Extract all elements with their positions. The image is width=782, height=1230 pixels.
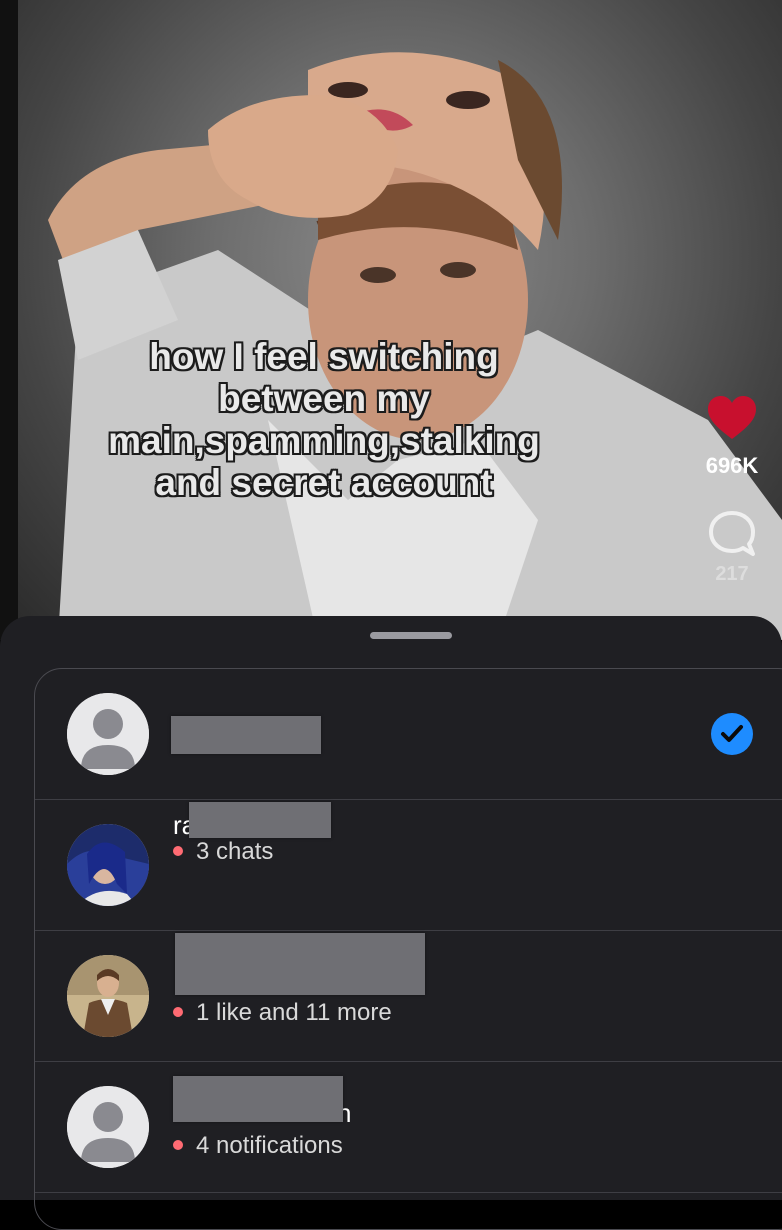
account-status: 4 notifications [173, 1132, 343, 1160]
default-avatar-icon [67, 1086, 149, 1168]
account-list: ra 3 chats 1 like and 11 more n 4 notifi… [34, 668, 782, 1230]
account-switcher-sheet: ra 3 chats 1 like and 11 more n 4 notifi… [0, 616, 782, 1230]
profile-photo-avatar [67, 824, 149, 906]
account-status: 3 chats [173, 838, 273, 866]
account-row[interactable]: n 4 notifications [35, 1062, 782, 1193]
account-status: 1 like and 11 more [173, 999, 392, 1027]
redacted-name [171, 716, 321, 754]
default-avatar-icon [67, 693, 149, 775]
video-player[interactable]: how I feel switching between my main,spa… [0, 0, 782, 640]
notification-dot [173, 1006, 183, 1017]
profile-photo-avatar [67, 955, 149, 1037]
comment-button[interactable]: 217 [682, 509, 782, 586]
drag-handle[interactable] [370, 632, 452, 639]
video-frame [18, 0, 782, 640]
heart-icon [708, 396, 756, 439]
account-row[interactable]: 1 like and 11 more [35, 931, 782, 1062]
account-row-current[interactable] [35, 669, 782, 800]
like-button[interactable]: 696K [682, 395, 782, 479]
video-caption: how I feel switching between my main,spa… [108, 336, 540, 503]
comment-count: 217 [715, 563, 749, 585]
selected-check-icon [711, 713, 753, 755]
comment-bubble-icon [709, 511, 755, 556]
video-image [48, 52, 782, 640]
redacted-name [189, 802, 331, 838]
notification-dot [173, 1139, 183, 1150]
redacted-name [175, 933, 425, 995]
account-row[interactable]: ra 3 chats [35, 800, 782, 931]
action-rail: 696K 217 [682, 395, 782, 586]
notification-dot [173, 845, 183, 856]
like-count: 696K [705, 453, 759, 478]
redacted-name [173, 1076, 343, 1122]
